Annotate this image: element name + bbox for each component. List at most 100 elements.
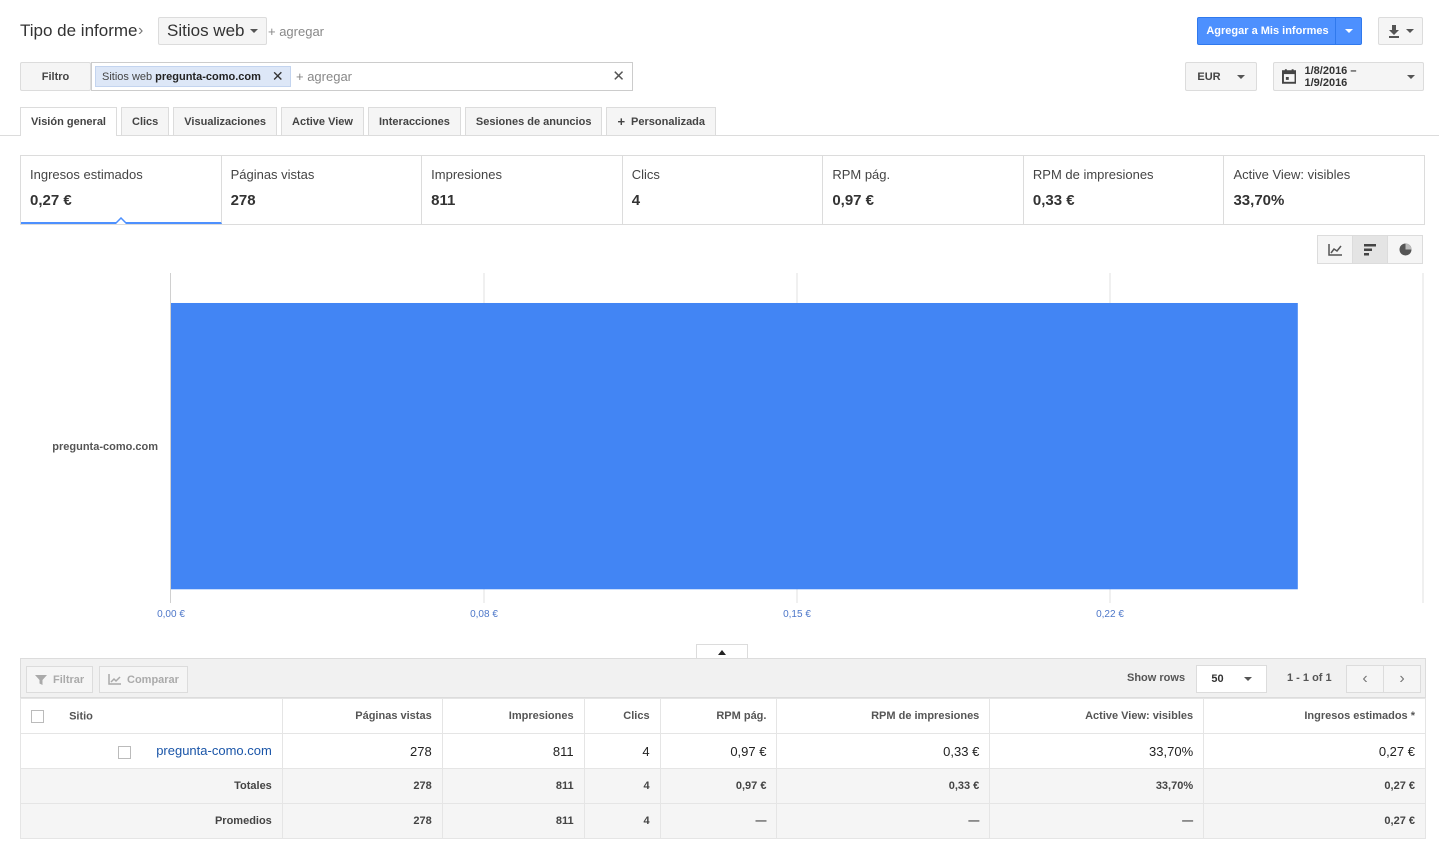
pie-chart-view-button[interactable] — [1387, 235, 1423, 264]
avg-rpm-impresiones: — — [776, 803, 991, 839]
add-to-my-reports-label: Agregar a Mis informes — [1206, 25, 1329, 37]
column-header-paginas-vistas[interactable]: Páginas vistas — [281, 698, 443, 734]
column-header-ingresos-estimados[interactable]: Ingresos estimados * — [1203, 698, 1426, 734]
column-header-rpm-impresiones[interactable]: RPM de impresiones — [776, 698, 991, 734]
avg-clics: 4 — [583, 803, 661, 839]
caret-down-icon — [1407, 74, 1415, 79]
table-row: pregunta-como.com 278 811 4 0,97 € 0,33 … — [20, 733, 1426, 769]
select-all-checkbox[interactable] — [31, 709, 44, 723]
tab-visualizaciones[interactable]: Visualizaciones — [173, 107, 278, 135]
scorecard-ingresos-estimados[interactable]: Ingresos estimados 0,27 € — [21, 156, 222, 224]
collapse-up-icon — [718, 649, 726, 655]
tab-personalizada[interactable]: + Personalizada — [606, 107, 717, 135]
x-tick-label: 0,22 € — [1096, 609, 1124, 620]
report-type-select[interactable]: Sitios web — [158, 17, 268, 45]
column-header-sitio[interactable]: Sitio — [20, 698, 283, 734]
cell-active-view: 33,70% — [989, 733, 1205, 769]
total-rpm-pag: 0,97 € — [659, 768, 778, 804]
filter-button[interactable]: Filtro — [20, 62, 91, 91]
avg-paginas-vistas: 278 — [281, 803, 443, 839]
table-toolbar: Filtrar Comparar Show rows 50 1 - 1 of 1… — [20, 658, 1426, 698]
filter-chip[interactable]: Sitios web pregunta-como.com ✕ — [95, 66, 291, 87]
bar-chart-icon — [1363, 243, 1376, 255]
total-ingresos-estimados: 0,27 € — [1203, 768, 1426, 804]
line-chart-icon — [108, 674, 121, 685]
x-tick-label: 0,15 € — [783, 609, 811, 620]
table-filter-button[interactable]: Filtrar — [26, 666, 94, 693]
chart-view-toggle — [1317, 235, 1423, 264]
column-header-active-view[interactable]: Active View: visibles — [989, 698, 1205, 734]
column-header-rpm-pag[interactable]: RPM pág. — [659, 698, 778, 734]
report-type-value: Sitios web — [167, 21, 245, 40]
x-tick-label: 0,00 € — [157, 609, 185, 620]
tab-active-view[interactable]: Active View — [281, 107, 364, 135]
filter-chip-prefix: Sitios web — [102, 70, 153, 83]
tab-vision-general[interactable]: Visión general — [20, 107, 117, 136]
total-active-view: 33,70% — [989, 768, 1205, 804]
cell-rpm-pag: 0,97 € — [659, 733, 778, 769]
scorecard-clics[interactable]: Clics 4 — [623, 156, 824, 224]
cell-impresiones: 811 — [441, 733, 585, 769]
compare-button[interactable]: Comparar — [99, 666, 188, 693]
clear-filter-icon[interactable]: ✕ — [612, 67, 625, 85]
averages-label: Promedios — [20, 803, 283, 839]
scorecard-name: RPM pág. — [832, 167, 891, 182]
cell-rpm-impresiones: 0,33 € — [776, 733, 991, 769]
caret-down-icon — [1344, 29, 1353, 33]
totals-label: Totales — [20, 768, 283, 804]
chart-bars — [171, 302, 1298, 590]
tab-sesiones-de-anuncios[interactable]: Sesiones de anuncios — [464, 107, 603, 135]
close-icon[interactable]: ✕ — [272, 68, 284, 85]
collapse-chart-button[interactable] — [696, 644, 748, 659]
download-button[interactable] — [1378, 17, 1423, 45]
add-dimension-link[interactable]: + agregar — [268, 24, 324, 39]
report-tabs: Visión general Clics Visualizaciones Act… — [20, 107, 717, 136]
bar[interactable] — [171, 302, 1298, 590]
prev-page-button[interactable]: ‹ — [1346, 665, 1384, 693]
funnel-icon — [35, 674, 47, 685]
add-to-reports-dropdown[interactable] — [1335, 18, 1361, 44]
tab-personalizada-label: Personalizada — [631, 115, 706, 128]
date-range-picker[interactable]: 1/8/2016 – 1/9/2016 — [1273, 62, 1424, 91]
row-checkbox[interactable] — [117, 745, 131, 759]
scorecard-name: Active View: visibles — [1233, 167, 1351, 182]
caret-down-icon — [1405, 29, 1414, 33]
bar-chart-view-button[interactable] — [1352, 235, 1388, 264]
next-page-button[interactable]: › — [1383, 665, 1421, 693]
scorecard-value: 278 — [230, 192, 256, 209]
scorecard-value: 0,33 € — [1032, 192, 1075, 209]
filter-add-placeholder[interactable]: + agregar — [296, 69, 352, 84]
rows-per-page-value: 50 — [1211, 673, 1224, 685]
column-header-clics[interactable]: Clics — [583, 698, 661, 734]
cell-clics: 4 — [583, 733, 661, 769]
currency-value: EUR — [1197, 70, 1221, 83]
chart-category-labels: pregunta-como.com — [52, 441, 158, 453]
total-clics: 4 — [583, 768, 661, 804]
tab-interacciones[interactable]: Interacciones — [367, 107, 461, 135]
revenue-bar-chart: pregunta-como.com 0,00 € 0,08 € 0,15 € 0,22… — [52, 273, 1424, 620]
scorecard-active-view[interactable]: Active View: visibles 33,70% — [1224, 156, 1424, 224]
selected-notch-icon — [115, 217, 127, 224]
download-icon — [1388, 24, 1399, 38]
line-chart-view-button[interactable] — [1317, 235, 1353, 264]
site-link[interactable]: pregunta-como.com — [156, 743, 272, 758]
scorecard-paginas-vistas[interactable]: Páginas vistas 278 — [222, 156, 423, 224]
rows-per-page-select[interactable]: 50 — [1196, 665, 1267, 693]
add-to-my-reports-button[interactable]: Agregar a Mis informes — [1197, 17, 1362, 45]
cell-ingresos-estimados: 0,27 € — [1203, 733, 1426, 769]
scorecard-value: 811 — [431, 192, 456, 209]
totals-row: Totales 278 811 4 0,97 € 0,33 € 33,70% 0… — [20, 768, 1426, 804]
currency-select[interactable]: EUR — [1185, 62, 1257, 91]
line-chart-icon — [1328, 243, 1342, 256]
scorecard-rpm-pag[interactable]: RPM pág. 0,97 € — [823, 156, 1024, 224]
tab-clics[interactable]: Clics — [121, 107, 170, 135]
filter-input[interactable]: Sitios web pregunta-como.com ✕ + agregar… — [91, 62, 633, 91]
chevron-right-icon: › — [1399, 670, 1405, 687]
avg-impresiones: 811 — [441, 803, 585, 839]
scorecard-name: Páginas vistas — [230, 167, 315, 182]
column-header-impresiones[interactable]: Impresiones — [441, 698, 585, 734]
scorecard-impresiones[interactable]: Impresiones 811 — [422, 156, 623, 224]
pagination-info: 1 - 1 of 1 — [1287, 672, 1332, 684]
caret-down-icon — [1236, 74, 1245, 79]
scorecard-rpm-impresiones[interactable]: RPM de impresiones 0,33 € — [1024, 156, 1225, 224]
